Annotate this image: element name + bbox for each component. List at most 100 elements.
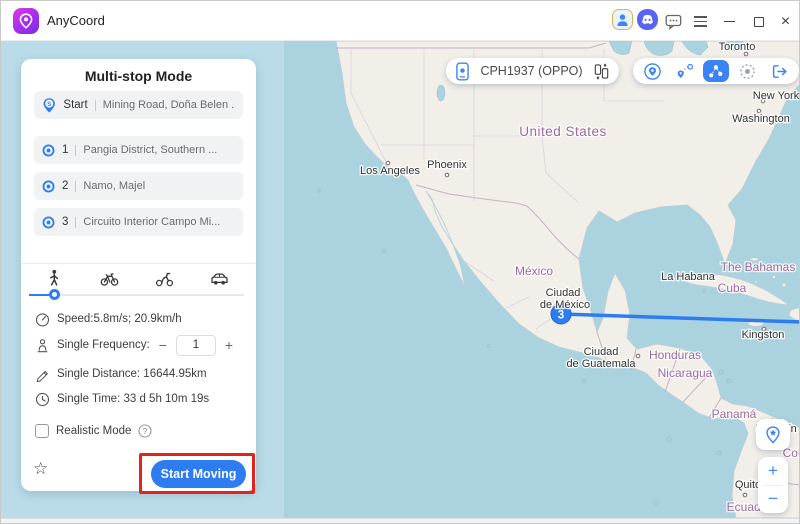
stop-dot-icon [42,180,55,193]
teleport-mode-button[interactable] [640,60,666,82]
multi-stop-card: Multi-stop Mode S Start Mining Road, Doñ… [21,59,256,491]
stop-number: 2 [62,180,68,192]
svg-text:Panamá: Panamá [712,407,757,421]
zoom-out-button[interactable]: − [758,486,788,514]
section-divider [21,263,256,264]
stop-row-3[interactable]: 3 Circuito Interior Campo Mi... [34,208,243,236]
close-button[interactable]: × [775,11,796,32]
collection-pin-button[interactable] [756,419,790,450]
exit-mode-button[interactable] [766,60,792,82]
mode-toolbar [633,58,799,84]
svg-text:Ciudad: Ciudad [546,287,581,299]
stop-address: Namo, Majel [83,180,145,192]
svg-text:The Bahamas: The Bahamas [721,260,796,274]
svg-text:Nicaragua: Nicaragua [658,366,713,380]
side-panel: Multi-stop Mode S Start Mining Road, Doñ… [1,41,284,518]
speedometer-icon [35,312,50,327]
map-area[interactable]: 3 Toronto New York Washington United States… [284,41,800,518]
stop-row-1[interactable]: 1 Pangia District, Southern ... [34,136,243,164]
feedback-bubble-icon[interactable] [663,11,684,32]
help-icon[interactable]: ? [138,424,152,438]
time-row: Single Time: 33 d 5h 10m 19s [35,389,245,409]
realistic-mode-row: Realistic Mode ? [35,421,245,441]
svg-text:?: ? [143,426,148,436]
app-window: AnyCoord × Mult [0,0,800,524]
svg-text:Ciudad: Ciudad [584,346,619,358]
realistic-mode-label: Realistic Mode [56,425,131,437]
multi-stop-mode-button[interactable] [703,60,729,82]
slider-knob[interactable] [49,289,60,300]
pencil-icon [35,367,50,382]
svg-text:México: México [515,264,553,278]
svg-text:S: S [47,101,51,108]
user-avatar[interactable] [612,9,633,30]
anycoord-logo-icon [13,8,39,34]
svg-text:La Habana: La Habana [661,271,716,283]
svg-text:3: 3 [558,310,564,322]
frequency-minus-button[interactable]: − [157,337,169,353]
frequency-input[interactable] [176,335,216,356]
device-selector[interactable]: CPH1937 (OPPO) [446,58,619,84]
maximize-button[interactable] [748,11,769,32]
two-spot-mode-button[interactable] [671,60,697,82]
svg-text:Kingston: Kingston [742,329,785,341]
frequency-row: Single Frequency: − + [35,335,245,355]
divider [75,181,76,192]
speed-slider[interactable] [29,290,244,299]
svg-text:New York: New York [753,90,800,102]
start-point-row[interactable]: S Start Mining Road, Doña Belen ... [34,91,243,119]
pin-star-icon [763,424,783,446]
svg-text:Cuba: Cuba [718,281,747,295]
minimize-button[interactable] [719,11,740,32]
distance-row: Single Distance: 16644.95km [35,364,245,384]
start-moving-button[interactable]: Start Moving [151,460,246,488]
divider [75,145,76,156]
start-address: Mining Road, Doña Belen ... [103,99,235,111]
frequency-plus-button[interactable]: + [223,337,235,353]
svg-text:Toronto: Toronto [719,41,756,53]
svg-text:Washington: Washington [732,113,790,125]
phone-icon [456,62,469,81]
favorite-star-icon[interactable]: ☆ [33,459,48,479]
stop-number: 1 [62,144,68,156]
divider [95,100,96,111]
stop-number: 3 [62,216,68,228]
svg-text:Phoenix: Phoenix [427,159,467,171]
distance-text: Single Distance: 16644.95km [57,368,207,380]
svg-text:United States: United States [519,124,607,139]
frequency-label: Single Frequency: [57,339,150,351]
panel-title: Multi-stop Mode [21,68,256,84]
zoom-in-button[interactable]: + [758,457,788,485]
bicycle-icon[interactable] [100,269,119,287]
joystick-mode-button[interactable] [735,60,761,82]
device-name: CPH1937 (OPPO) [477,64,586,78]
zoom-control: + − [758,457,788,513]
time-text: Single Time: 33 d 5h 10m 19s [57,393,209,405]
walk-icon[interactable] [45,269,63,287]
svg-text:de México: de México [540,299,590,311]
stop-dot-icon [42,144,55,157]
stop-row-2[interactable]: 2 Namo, Majel [34,172,243,200]
start-label: Start [63,99,87,111]
menu-icon[interactable] [690,11,711,32]
divider [75,217,76,228]
svg-text:Los Angeles: Los Angeles [360,165,420,177]
app-title: AnyCoord [47,13,105,28]
title-bar: AnyCoord × [1,1,800,41]
realistic-mode-checkbox[interactable] [35,424,49,438]
discord-icon[interactable] [637,9,658,30]
switch-device-icon[interactable] [594,63,609,80]
svg-text:de Guatemala: de Guatemala [566,358,636,370]
frequency-icon [35,338,50,353]
discord-logo [640,14,655,26]
map-canvas[interactable]: 3 Toronto New York Washington United States… [284,41,800,518]
car-icon[interactable] [210,269,229,287]
stop-address: Pangia District, Southern ... [83,144,217,156]
svg-text:Honduras: Honduras [649,348,701,362]
scooter-icon[interactable] [155,269,174,287]
transport-mode-row [21,269,256,289]
slider-track[interactable] [29,294,244,296]
window-bottom-edge [1,518,800,524]
start-pin-icon: S [42,97,56,114]
person-icon [614,11,631,28]
